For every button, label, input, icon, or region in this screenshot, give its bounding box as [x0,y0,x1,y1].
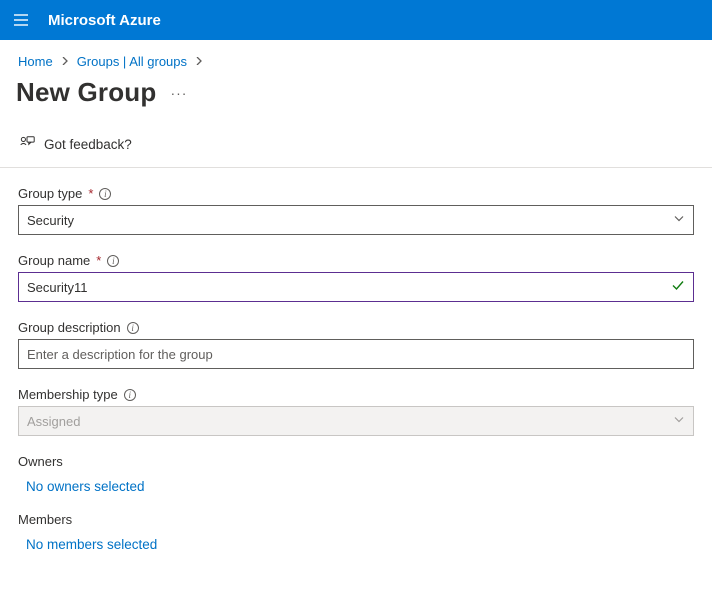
page-title: New Group [16,77,156,108]
info-icon[interactable]: i [99,188,111,200]
chevron-right-icon [61,56,69,68]
members-heading: Members [18,512,694,527]
feedback-button[interactable]: Got feedback? [0,126,712,168]
required-indicator: * [96,253,101,268]
membership-type-label: Membership type [18,387,118,402]
group-name-field: Group name * i [18,253,694,302]
info-icon[interactable]: i [124,389,136,401]
new-group-form: Group type * i Security Group name * i G… [0,168,712,594]
members-section: Members No members selected [18,512,694,552]
membership-type-value: Assigned [27,414,80,429]
top-bar: Microsoft Azure [0,0,712,40]
breadcrumb: Home Groups | All groups [0,40,712,69]
group-name-input-wrapper [18,272,694,302]
info-icon[interactable]: i [127,322,139,334]
chevron-down-icon [673,213,685,228]
more-actions-icon[interactable]: ··· [170,85,187,101]
hamburger-icon[interactable] [12,11,30,29]
group-name-label: Group name [18,253,90,268]
chevron-down-icon [673,414,685,429]
group-description-field: Group description i [18,320,694,369]
membership-type-field: Membership type i Assigned [18,387,694,436]
check-icon [671,279,685,296]
feedback-label: Got feedback? [44,137,132,152]
owners-link[interactable]: No owners selected [18,479,694,494]
page-title-row: New Group ··· [0,69,712,126]
owners-heading: Owners [18,454,694,469]
chevron-right-icon [195,56,203,68]
info-icon[interactable]: i [107,255,119,267]
required-indicator: * [88,186,93,201]
group-name-input[interactable] [27,273,665,301]
owners-section: Owners No owners selected [18,454,694,494]
breadcrumb-home[interactable]: Home [18,54,53,69]
group-type-field: Group type * i Security [18,186,694,235]
members-link[interactable]: No members selected [18,537,694,552]
group-type-value: Security [27,213,74,228]
group-description-input-wrapper [18,339,694,369]
group-type-label: Group type [18,186,82,201]
group-description-input[interactable] [27,340,665,368]
brand-label: Microsoft Azure [48,12,161,29]
breadcrumb-groups[interactable]: Groups | All groups [77,54,187,69]
group-type-select[interactable]: Security [18,205,694,235]
feedback-icon [18,134,36,155]
group-description-label: Group description [18,320,121,335]
membership-type-select: Assigned [18,406,694,436]
